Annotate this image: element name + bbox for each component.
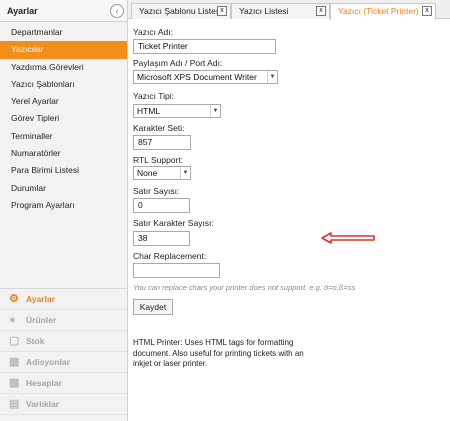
charset-input[interactable]: 857 bbox=[133, 135, 191, 150]
share-name-select[interactable]: Microsoft XPS Document Writer ▼ bbox=[133, 70, 278, 84]
tab-label: Yazıcı Şablonu Listesi bbox=[139, 6, 222, 16]
tab-bar: Yazıcı Şablonu Listesi x Yazıcı Listesi … bbox=[128, 0, 450, 20]
module-label: Adisyonlar bbox=[26, 357, 70, 367]
sidebar-title: Ayarlar bbox=[7, 6, 38, 16]
module-label: Ürünler bbox=[26, 315, 57, 325]
printer-type-info: HTML Printer: Uses HTML tags for formatt… bbox=[133, 338, 304, 368]
printer-name-input[interactable]: Ticket Printer bbox=[133, 39, 276, 54]
chevron-down-icon: ▼ bbox=[267, 71, 277, 83]
chevron-down-icon: ▼ bbox=[180, 167, 190, 179]
tab-yazici-sablonu-listesi[interactable]: Yazıcı Şablonu Listesi x bbox=[131, 3, 231, 19]
tickets-icon: ▦ bbox=[9, 356, 20, 368]
sidebar-item-yazdirma-gorevleri[interactable]: Yazdırma Görevleri bbox=[0, 59, 127, 76]
sidebar-item-numaratorler[interactable]: Numaratörler bbox=[0, 145, 127, 162]
close-icon[interactable]: x bbox=[217, 6, 227, 16]
product-icon: ● bbox=[9, 314, 16, 326]
sidebar-item-durumlar[interactable]: Durumlar bbox=[0, 180, 127, 197]
sidebar-item-para-birimi-listesi[interactable]: Para Birimi Listesi bbox=[0, 162, 127, 179]
module-label: Varlıklar bbox=[26, 399, 60, 409]
sidebar-header: Ayarlar ‹ bbox=[0, 0, 127, 22]
module-urunler[interactable]: ● Ürünler bbox=[0, 310, 127, 331]
sidebar-item-yazici-sablonlari[interactable]: Yazıcı Şablonları bbox=[0, 76, 127, 93]
module-label: Stok bbox=[26, 336, 45, 346]
sidebar-item-yazicilar[interactable]: Yazıcılar bbox=[0, 41, 127, 59]
sidebar-item-gorev-tipleri[interactable]: Görev Tipleri bbox=[0, 110, 127, 127]
accounts-icon: ▦ bbox=[9, 377, 20, 389]
line-chars-label: Satır Karakter Sayısı: bbox=[133, 218, 214, 228]
rtl-support-label: RTL Support: bbox=[133, 155, 184, 165]
rtl-support-value: None bbox=[137, 168, 158, 178]
printer-type-value: HTML bbox=[137, 106, 161, 116]
sidebar-item-program-ayarlari[interactable]: Program Ayarları bbox=[0, 197, 127, 214]
line-count-input[interactable]: 0 bbox=[133, 198, 190, 213]
charset-label: Karakter Seti: bbox=[133, 123, 185, 133]
char-replacement-label: Char Replacement: bbox=[133, 251, 207, 261]
module-label: Hesaplar bbox=[26, 378, 62, 388]
gear-icon: ⚙ bbox=[9, 293, 19, 305]
tab-yazici-listesi[interactable]: Yazıcı Listesi x bbox=[231, 3, 330, 19]
module-stok[interactable]: ▢ Stok bbox=[0, 331, 127, 352]
share-name-label: Paylaşım Adı / Port Adı: bbox=[133, 58, 223, 68]
sidebar-menu: Departmanlar Yazıcılar Yazdırma Görevler… bbox=[0, 24, 127, 214]
char-replacement-hint: You can replace chars your printer does … bbox=[133, 283, 356, 292]
stock-icon: ▢ bbox=[9, 335, 20, 347]
printer-name-label: Yazıcı Adı: bbox=[133, 27, 174, 37]
tab-label: Yazıcı (Ticket Printer) bbox=[338, 6, 419, 16]
line-count-label: Satır Sayısı: bbox=[133, 186, 180, 196]
module-ayarlar[interactable]: ⚙ Ayarlar bbox=[0, 289, 127, 310]
save-button[interactable]: Kaydet bbox=[133, 299, 173, 315]
module-hesaplar[interactable]: ▦ Hesaplar bbox=[0, 373, 127, 394]
tab-label: Yazıcı Listesi bbox=[239, 6, 289, 16]
sidebar-item-terminaller[interactable]: Terminaller bbox=[0, 128, 127, 145]
module-adisyonlar[interactable]: ▦ Adisyonlar bbox=[0, 352, 127, 373]
red-arrow-annotation bbox=[321, 232, 375, 244]
printer-form: Yazıcı Adı: Ticket Printer Paylaşım Adı … bbox=[128, 20, 450, 421]
chevron-down-icon: ▼ bbox=[210, 105, 220, 117]
share-name-value: Microsoft XPS Document Writer bbox=[137, 72, 257, 82]
sidebar-item-yerel-ayarlar[interactable]: Yerel Ayarlar bbox=[0, 93, 127, 110]
sidebar: Ayarlar ‹ Departmanlar Yazıcılar Yazdırm… bbox=[0, 0, 128, 421]
printer-type-label: Yazıcı Tipi: bbox=[133, 91, 174, 101]
close-icon[interactable]: x bbox=[422, 6, 432, 16]
close-icon[interactable]: x bbox=[316, 6, 326, 16]
module-navigation: ⚙ Ayarlar ● Ürünler ▢ Stok ▦ Adisyonlar … bbox=[0, 288, 127, 415]
sidebar-item-departmanlar[interactable]: Departmanlar bbox=[0, 24, 127, 41]
module-varliklar[interactable]: ▤ Varlıklar bbox=[0, 394, 127, 415]
line-chars-input[interactable]: 38 bbox=[133, 231, 190, 246]
tab-yazici-ticket-printer[interactable]: Yazıcı (Ticket Printer) x bbox=[330, 3, 436, 20]
printer-type-select[interactable]: HTML ▼ bbox=[133, 104, 221, 118]
module-label: Ayarlar bbox=[26, 294, 55, 304]
back-arrow-icon[interactable]: ‹ bbox=[110, 4, 124, 18]
rtl-support-select[interactable]: None ▼ bbox=[133, 166, 191, 180]
char-replacement-input[interactable] bbox=[133, 263, 220, 278]
entities-icon: ▤ bbox=[9, 398, 20, 410]
